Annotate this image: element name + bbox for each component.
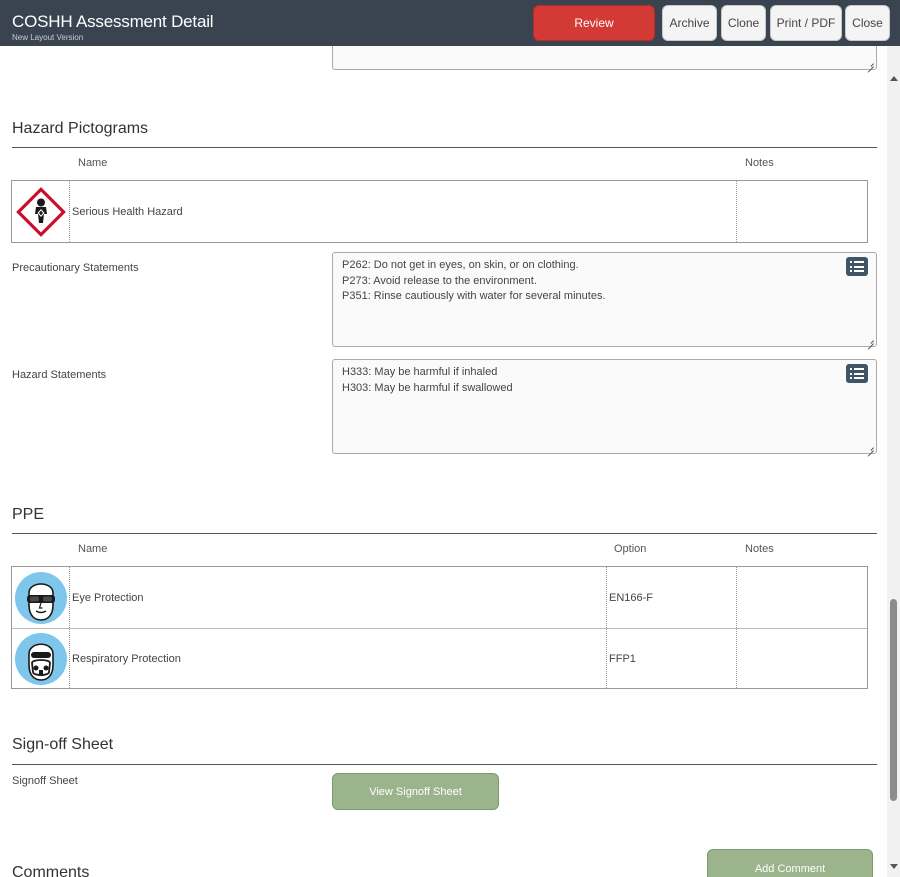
hazard-name: Serious Health Hazard — [72, 205, 183, 218]
column-header-name: Name — [78, 157, 108, 169]
hazard-icon-cell — [12, 181, 69, 242]
hazard-pictograms-table: Serious Health Hazard — [11, 180, 868, 243]
section-divider — [12, 764, 877, 765]
resize-handle-icon[interactable] — [866, 59, 874, 67]
resize-handle-icon[interactable] — [866, 443, 874, 451]
hazard-statements-textarea[interactable]: H333: May be harmful if inhaled H303: Ma… — [332, 359, 877, 454]
scrollbar-thumb[interactable] — [890, 599, 897, 801]
statement-line: P351: Rinse cautiously with water for se… — [342, 290, 606, 302]
column-header-option: Option — [614, 543, 647, 555]
column-header-name: Name — [78, 543, 108, 555]
page-title: COSHH Assessment Detail — [12, 12, 214, 31]
archive-button[interactable]: Archive — [662, 5, 717, 41]
print-pdf-button[interactable]: Print / PDF — [770, 5, 842, 41]
cell-divider — [69, 567, 70, 628]
ppe-title: PPE — [12, 506, 45, 523]
ppe-notes — [740, 567, 860, 628]
cell-divider — [736, 629, 737, 688]
respiratory-protection-icon — [14, 632, 67, 685]
scroll-down-arrow-icon[interactable] — [890, 864, 898, 869]
cell-divider — [606, 567, 607, 628]
clone-button[interactable]: Clone — [721, 5, 766, 41]
ppe-icon-cell — [12, 629, 69, 688]
statement-line: H303: May be harmful if swallowed — [342, 381, 513, 394]
table-row[interactable]: Eye Protection EN166-F — [12, 567, 867, 628]
previous-textarea[interactable] — [332, 46, 877, 70]
table-row[interactable]: Respiratory Protection FFP1 — [12, 629, 867, 688]
column-header-notes: Notes — [745, 157, 774, 169]
cell-divider — [736, 181, 737, 242]
app-header: COSHH Assessment Detail New Layout Versi… — [0, 0, 900, 46]
table-row[interactable]: Serious Health Hazard — [12, 181, 867, 242]
signoff-sheet-title: Sign-off Sheet — [12, 736, 114, 753]
column-header-notes: Notes — [745, 543, 774, 555]
comments-title: Comments — [12, 864, 90, 877]
scroll-up-arrow-icon[interactable] — [890, 76, 898, 81]
review-button[interactable]: Review — [533, 5, 655, 41]
resize-handle-icon[interactable] — [866, 336, 874, 344]
section-divider — [12, 147, 877, 148]
list-select-button[interactable] — [846, 364, 868, 383]
serious-health-hazard-icon — [15, 186, 66, 237]
hazard-pictograms-title: Hazard Pictograms — [12, 120, 149, 137]
cell-divider — [736, 567, 737, 628]
page-subtitle: New Layout Version — [12, 33, 84, 42]
close-button[interactable]: Close — [845, 5, 890, 41]
ppe-name: Eye Protection — [72, 591, 144, 604]
vertical-scrollbar[interactable] — [887, 46, 900, 877]
ppe-option: EN166-F — [609, 591, 654, 604]
statement-line: H333: May be harmful if inhaled — [342, 366, 498, 378]
list-select-button[interactable] — [846, 257, 868, 276]
section-divider — [12, 533, 877, 534]
main-content: Hazard Pictograms Name Notes Serious Hea… — [0, 46, 887, 877]
ppe-option: FFP1 — [609, 652, 636, 665]
statement-line: P262: Do not get in eyes, on skin, or on… — [342, 259, 579, 271]
eye-protection-icon — [14, 571, 67, 624]
precautionary-statements-label: Precautionary Statements — [12, 262, 139, 274]
cell-divider — [606, 629, 607, 688]
add-comment-button[interactable]: Add Comment — [707, 849, 873, 877]
ppe-name: Respiratory Protection — [72, 652, 181, 665]
ppe-table: Eye Protection EN166-F Respiratory Prote… — [11, 566, 868, 689]
ppe-icon-cell — [12, 567, 69, 628]
view-signoff-sheet-button[interactable]: View Signoff Sheet — [332, 773, 499, 810]
precautionary-statements-textarea[interactable]: P262: Do not get in eyes, on skin, or on… — [332, 252, 877, 347]
hazard-notes — [740, 181, 860, 242]
cell-divider — [69, 629, 70, 688]
ppe-notes — [740, 629, 860, 688]
hazard-statements-label: Hazard Statements — [12, 369, 107, 381]
statement-line: P273: Avoid release to the environment. — [342, 274, 537, 287]
cell-divider — [69, 181, 70, 242]
signoff-sheet-label: Signoff Sheet — [12, 775, 78, 787]
